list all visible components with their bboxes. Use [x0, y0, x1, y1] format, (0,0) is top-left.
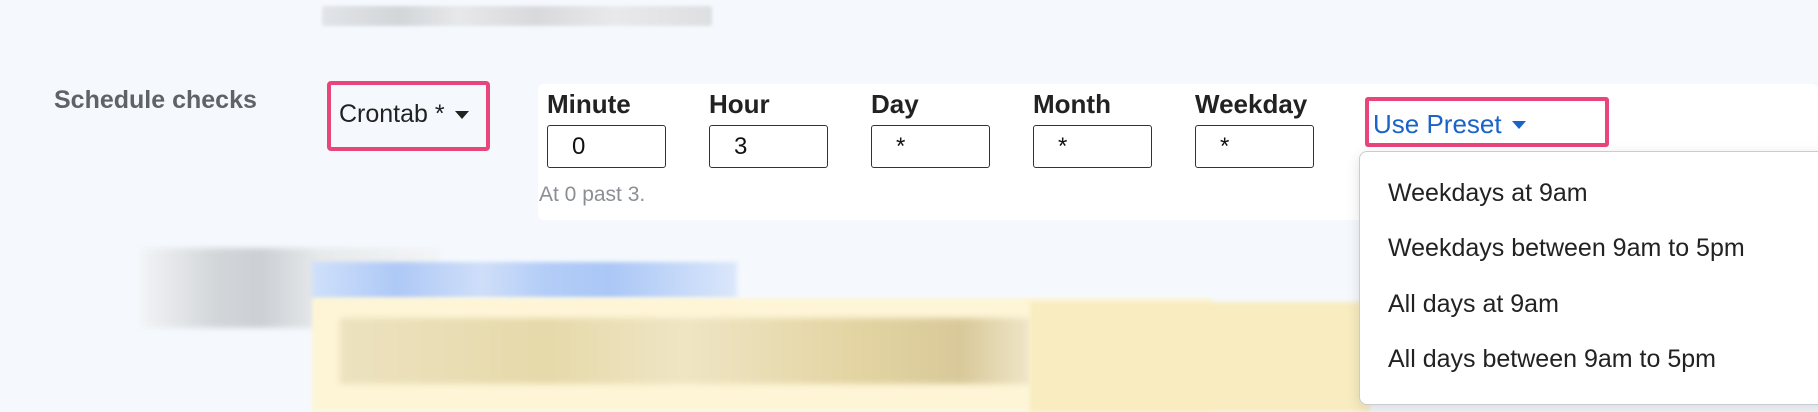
day-label: Day: [871, 89, 919, 119]
redacted-content: [1030, 302, 1370, 412]
preset-menu: Weekdays at 9am Weekdays between 9am to …: [1359, 151, 1818, 405]
minute-input[interactable]: [547, 125, 666, 168]
minute-label: Minute: [547, 89, 631, 119]
day-field: Day: [871, 89, 990, 168]
hour-label: Hour: [709, 89, 770, 119]
preset-item[interactable]: All days at 9am: [1388, 290, 1559, 319]
caret-down-icon: [1511, 120, 1526, 129]
day-input[interactable]: [871, 125, 990, 168]
minute-field: Minute: [547, 89, 666, 168]
use-preset-dropdown[interactable]: Use Preset: [1373, 109, 1526, 140]
month-field: Month: [1033, 89, 1152, 168]
redacted-content: [340, 318, 1030, 384]
weekday-input[interactable]: [1195, 125, 1314, 168]
weekday-label: Weekday: [1195, 89, 1308, 119]
schedule-mode-label: Crontab *: [339, 100, 445, 128]
schedule-checks-label: Schedule checks: [54, 86, 257, 114]
use-preset-label: Use Preset: [1373, 109, 1502, 139]
month-input[interactable]: [1033, 125, 1152, 168]
preset-item[interactable]: Weekdays at 9am: [1388, 179, 1588, 208]
hour-field: Hour: [709, 89, 828, 168]
schedule-mode-dropdown[interactable]: Crontab *: [339, 100, 469, 129]
preset-item[interactable]: All days between 9am to 5pm: [1388, 345, 1716, 374]
weekday-field: Weekday: [1195, 89, 1314, 168]
hour-input[interactable]: [709, 125, 828, 168]
caret-down-icon: [454, 110, 469, 119]
month-label: Month: [1033, 89, 1111, 119]
preset-item[interactable]: Weekdays between 9am to 5pm: [1388, 234, 1745, 263]
redacted-text: [322, 6, 712, 26]
cron-description: At 0 past 3.: [539, 183, 646, 206]
redacted-content: [312, 262, 737, 298]
